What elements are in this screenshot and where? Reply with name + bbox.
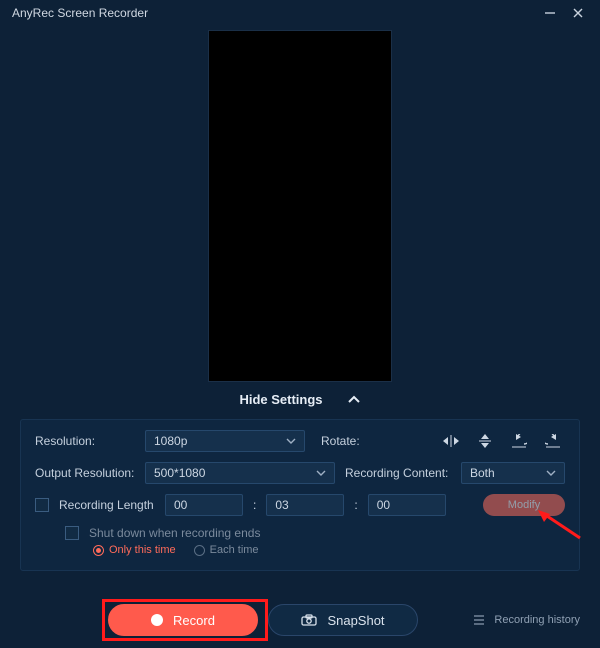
preview-area xyxy=(0,26,600,388)
footer: Record SnapShot Recording history xyxy=(0,604,600,636)
titlebar: AnyRec Screen Recorder xyxy=(0,0,600,26)
recording-content-value: Both xyxy=(470,466,495,480)
time-separator: : xyxy=(253,498,256,512)
radio-icon xyxy=(93,545,104,556)
hide-settings-label: Hide Settings xyxy=(239,392,322,407)
modify-button[interactable]: Modify xyxy=(483,494,565,516)
recording-content-label: Recording Content: xyxy=(345,466,451,480)
recording-content-select[interactable]: Both xyxy=(461,462,565,484)
resolution-value: 1080p xyxy=(154,434,187,448)
settings-panel: Resolution: 1080p Rotate: Output Resolut… xyxy=(20,419,580,571)
minimize-button[interactable] xyxy=(536,0,564,26)
chevron-down-icon xyxy=(546,470,556,476)
rotate-left-icon[interactable] xyxy=(507,431,531,451)
hide-settings-toggle[interactable]: Hide Settings xyxy=(0,388,600,415)
camera-icon xyxy=(301,614,317,626)
recording-history-link[interactable]: Recording history xyxy=(472,614,580,626)
chevron-down-icon xyxy=(286,438,296,444)
record-button[interactable]: Record xyxy=(108,604,258,636)
radio-icon xyxy=(194,545,205,556)
chevron-up-icon xyxy=(347,393,361,407)
list-icon xyxy=(472,614,486,626)
each-time-radio[interactable]: Each time xyxy=(194,544,259,556)
length-hours-input[interactable]: 00 xyxy=(165,494,243,516)
shutdown-label: Shut down when recording ends xyxy=(89,526,260,540)
shutdown-checkbox[interactable] xyxy=(65,526,79,540)
resolution-label: Resolution: xyxy=(35,434,135,448)
only-this-time-radio[interactable]: Only this time xyxy=(93,544,176,556)
recording-length-label: Recording Length xyxy=(59,498,155,512)
phone-preview xyxy=(208,30,392,382)
time-separator: : xyxy=(354,498,357,512)
output-resolution-value: 500*1080 xyxy=(154,466,205,480)
window-title: AnyRec Screen Recorder xyxy=(12,6,148,20)
output-resolution-select[interactable]: 500*1080 xyxy=(145,462,335,484)
snapshot-button[interactable]: SnapShot xyxy=(268,604,418,636)
length-seconds-input[interactable]: 00 xyxy=(368,494,446,516)
output-resolution-label: Output Resolution: xyxy=(35,466,135,480)
close-button[interactable] xyxy=(564,0,592,26)
length-minutes-input[interactable]: 03 xyxy=(266,494,344,516)
record-dot-icon xyxy=(151,614,163,626)
rotate-right-icon[interactable] xyxy=(541,431,565,451)
flip-vertical-icon[interactable] xyxy=(473,431,497,451)
chevron-down-icon xyxy=(316,470,326,476)
recording-length-checkbox[interactable] xyxy=(35,498,49,512)
rotate-label: Rotate: xyxy=(321,434,369,448)
resolution-select[interactable]: 1080p xyxy=(145,430,305,452)
flip-horizontal-icon[interactable] xyxy=(439,431,463,451)
